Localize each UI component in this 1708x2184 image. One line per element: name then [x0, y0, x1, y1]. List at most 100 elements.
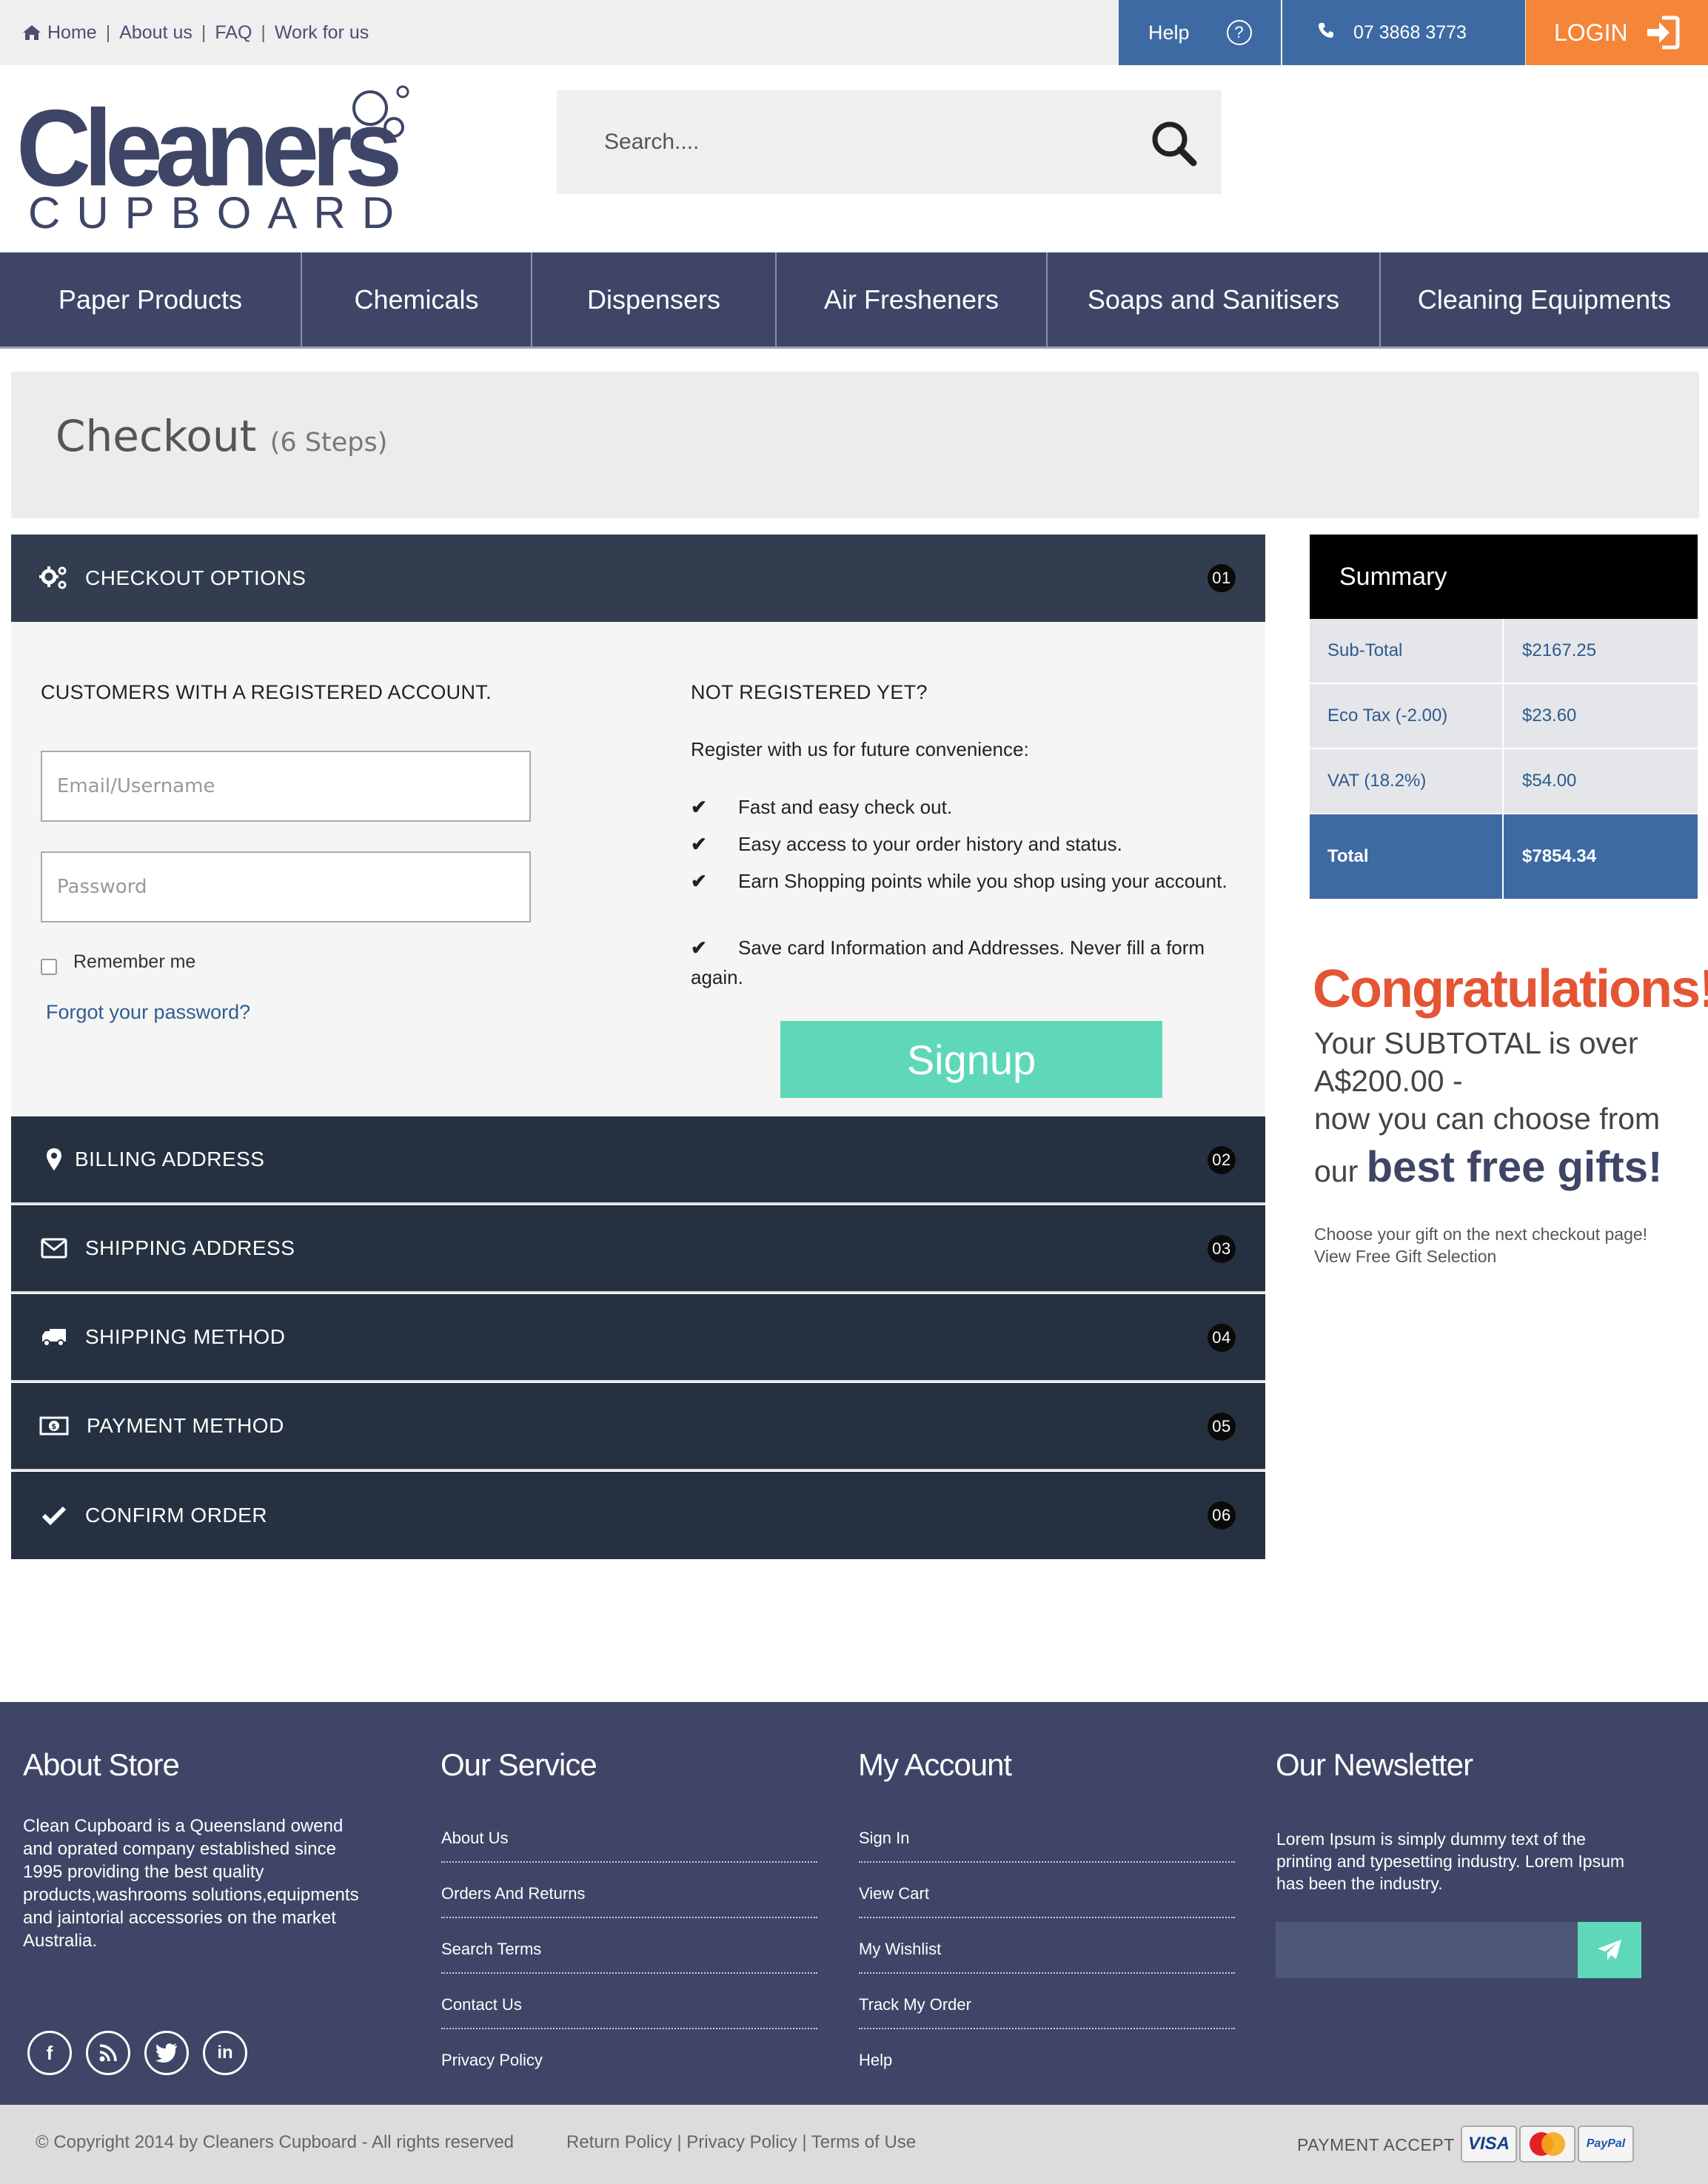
footer-link-view-cart[interactable]: View Cart	[859, 1884, 1235, 1918]
promo-line: Your SUBTOTAL is over	[1314, 1026, 1638, 1060]
step-number: 06	[1208, 1501, 1236, 1530]
top-link-work[interactable]: Work for us	[275, 22, 369, 44]
truck-icon	[39, 1327, 69, 1347]
benefit-text: Save card Information and Addresses. Nev…	[691, 937, 1205, 988]
check-icon: ✔	[691, 833, 707, 855]
payment-accept-label: PAYMENT ACCEPT	[1297, 2135, 1455, 2154]
email-field[interactable]	[41, 751, 531, 822]
nav-item-air-fresheners[interactable]: Air Fresheners	[777, 252, 1048, 346]
footer-link-wishlist[interactable]: My Wishlist	[859, 1940, 1235, 1974]
search-icon[interactable]	[1151, 120, 1198, 167]
check-icon	[39, 1506, 69, 1525]
benefit-item: ✔ Earn Shopping points while you shop usi…	[691, 866, 1239, 896]
about-line: products,washrooms solutions,equipments	[23, 1885, 359, 1905]
check-icon: ✔	[691, 937, 707, 959]
step-label: CONFIRM ORDER	[85, 1504, 268, 1527]
top-link-faq[interactable]: FAQ	[215, 22, 252, 44]
footer-service-title: Our Service	[441, 1747, 597, 1782]
step-billing-address[interactable]: BILLING ADDRESS 02	[11, 1116, 1265, 1204]
help-label: Help	[1148, 21, 1190, 44]
gears-icon	[39, 565, 69, 592]
steps-note: (6 Steps)	[269, 428, 388, 458]
promo-line: A$200.00 -	[1314, 1064, 1463, 1098]
remember-label: Remember me	[73, 951, 196, 972]
footer-link-contact-us[interactable]: Contact Us	[441, 1995, 817, 2029]
search-input[interactable]	[604, 130, 1122, 155]
main-nav: Paper Products Chemicals Dispensers Air …	[0, 252, 1708, 349]
summary-total-label: Total	[1310, 814, 1504, 899]
newsletter-email-input[interactable]	[1276, 1922, 1578, 1978]
register-intro: Register with us for future convenience:	[691, 738, 1029, 760]
footer-newsletter-title: Our Newsletter	[1276, 1747, 1473, 1782]
password-field[interactable]	[41, 851, 531, 922]
footer-link-about-us[interactable]: About Us	[441, 1829, 817, 1863]
free-gift-link[interactable]: View Free Gift Selection	[1314, 1247, 1496, 1267]
top-link-home[interactable]: Home	[47, 22, 97, 44]
footer-link-orders-returns[interactable]: Orders And Returns	[441, 1884, 817, 1918]
footer-link-privacy-policy[interactable]: Privacy Policy	[441, 2051, 817, 2083]
summary-total-value: $7854.34	[1504, 814, 1698, 899]
phone-icon	[1318, 22, 1334, 44]
forgot-password-link[interactable]: Forgot your password?	[46, 1001, 250, 1024]
step-shipping-address[interactable]: SHIPPING ADDRESS 03	[11, 1205, 1265, 1293]
search-bar	[557, 90, 1222, 194]
step-label: SHIPPING ADDRESS	[85, 1236, 295, 1259]
twitter-icon[interactable]	[144, 2031, 189, 2075]
step-checkout-options[interactable]: CHECKOUT OPTIONS 01	[11, 535, 1265, 622]
footer-link-help[interactable]: Help	[859, 2051, 1235, 2083]
check-icon: ✔	[691, 796, 707, 818]
newsletter-line: Lorem Ipsum is simply dummy text of the	[1276, 1829, 1586, 1849]
logo-main-text: Cleaners	[16, 87, 402, 209]
step-label: PAYMENT METHOD	[87, 1414, 284, 1437]
nav-item-soaps-sanitisers[interactable]: Soaps and Sanitisers	[1048, 252, 1381, 346]
home-icon[interactable]	[22, 24, 41, 41]
nav-item-dispensers[interactable]: Dispensers	[532, 252, 777, 346]
top-link-about[interactable]: About us	[119, 22, 192, 44]
send-icon[interactable]	[1578, 1922, 1641, 1978]
promo-line: our best free gifts!	[1314, 1142, 1662, 1193]
remember-checkbox[interactable]	[41, 959, 57, 975]
step-label: SHIPPING METHOD	[85, 1325, 286, 1348]
phone-button[interactable]: 07 3868 3773	[1282, 0, 1525, 65]
separator: |	[261, 21, 266, 43]
facebook-icon[interactable]: f	[27, 2031, 72, 2075]
help-button[interactable]: Help ?	[1119, 0, 1281, 65]
footer-about-title: About Store	[23, 1747, 180, 1782]
signup-button[interactable]: Signup	[780, 1021, 1162, 1098]
phone-number: 07 3868 3773	[1353, 21, 1467, 43]
policy-links[interactable]: Return Policy | Privacy Policy | Terms o…	[566, 2132, 916, 2153]
money-icon: $	[39, 1416, 69, 1436]
summary-label: Eco Tax (-2.00)	[1310, 684, 1504, 748]
rss-icon[interactable]	[86, 2031, 130, 2075]
nav-item-chemicals[interactable]: Chemicals	[302, 252, 532, 346]
linkedin-icon[interactable]: in	[203, 2031, 247, 2075]
step-confirm-order[interactable]: CONFIRM ORDER 06	[11, 1472, 1265, 1559]
login-button[interactable]: LOGIN	[1526, 0, 1708, 65]
step-shipping-method[interactable]: SHIPPING METHOD 04	[11, 1294, 1265, 1381]
footer-link-search-terms[interactable]: Search Terms	[441, 1940, 817, 1974]
footer-link-sign-in[interactable]: Sign In	[859, 1829, 1235, 1863]
step-label: CHECKOUT OPTIONS	[85, 566, 307, 589]
summary-label: Sub-Total	[1310, 619, 1504, 683]
step-payment-method[interactable]: $ PAYMENT METHOD 05	[11, 1383, 1265, 1470]
summary-row: Sub-Total $2167.25	[1310, 619, 1698, 683]
summary-row: VAT (18.2%) $54.00	[1310, 749, 1698, 813]
nav-item-paper-products[interactable]: Paper Products	[0, 252, 302, 346]
about-line: and jaintorial accessories on the market	[23, 1908, 336, 1928]
logo-sub-text: CUPBOARD	[28, 188, 411, 238]
step-number: 03	[1208, 1235, 1236, 1263]
about-line: Clean Cupboard is a Queensland owend	[23, 1816, 344, 1836]
benefit-text: Earn Shopping points while you shop usin…	[738, 870, 1228, 892]
footer-account-title: My Account	[858, 1747, 1012, 1782]
nav-item-cleaning-equipments[interactable]: Cleaning Equipments	[1381, 252, 1708, 346]
map-pin-icon	[44, 1148, 64, 1171]
footer-link-track-order[interactable]: Track My Order	[859, 1995, 1235, 2029]
benefit-item: ✔ Fast and easy check out.	[691, 792, 1239, 822]
summary-title: Summary	[1310, 535, 1698, 619]
page-title: Checkout (6 Steps)	[56, 411, 387, 461]
separator: |	[105, 21, 111, 43]
step-number: 01	[1208, 564, 1236, 592]
benefit-text: Fast and easy check out.	[738, 796, 953, 818]
promo-note: Choose your gift on the next checkout pa…	[1314, 1225, 1648, 1244]
about-line: 1995 providing the best quality	[23, 1862, 264, 1882]
